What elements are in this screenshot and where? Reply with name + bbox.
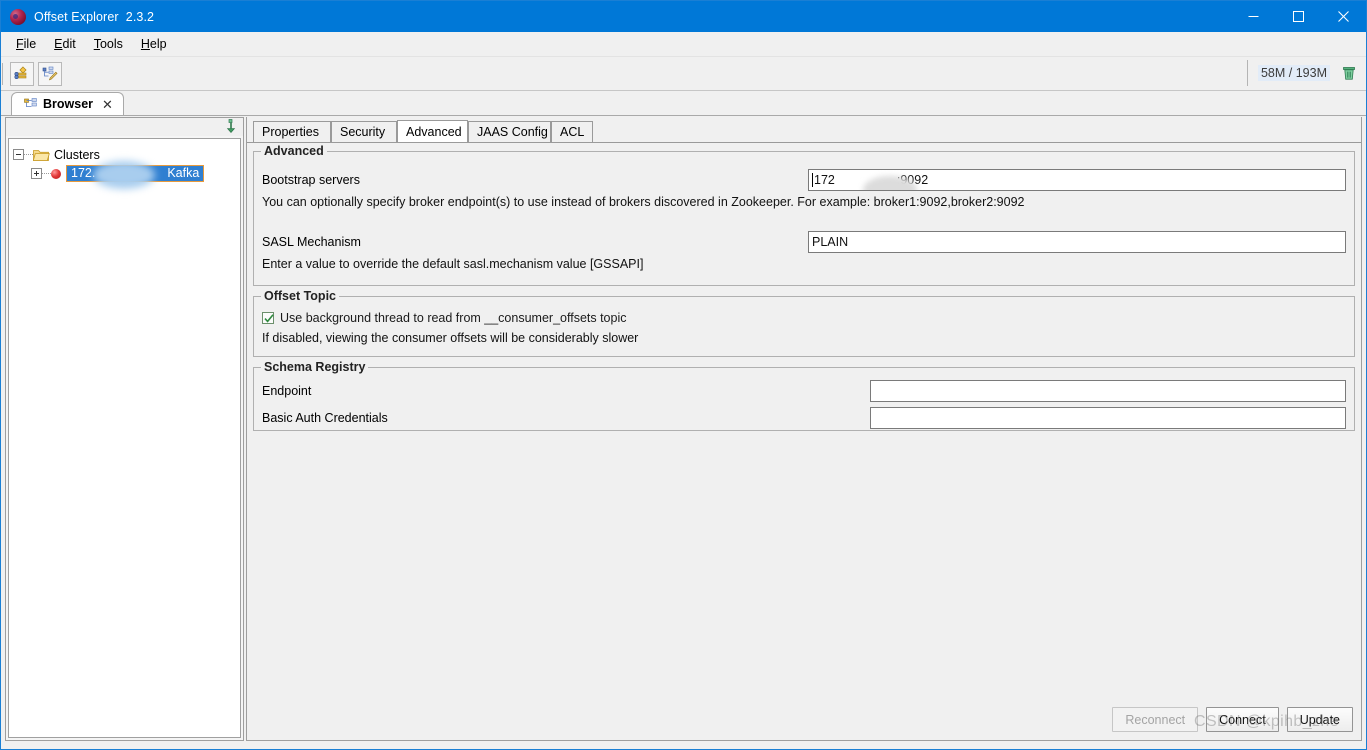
- tab-browser[interactable]: Browser ✕: [11, 92, 124, 115]
- advanced-tab-body: Advanced Bootstrap servers 172:9092 You …: [247, 142, 1361, 740]
- tab-jaas-config[interactable]: JAAS Config: [468, 121, 551, 142]
- bootstrap-value-prefix: 172: [814, 173, 835, 187]
- offset-explorer-window: Offset Explorer 2.3.2 File Edit Tools He…: [0, 0, 1367, 750]
- schema-basic-auth-label: Basic Auth Credentials: [262, 411, 388, 425]
- schema-endpoint-input[interactable]: [870, 380, 1346, 402]
- close-icon[interactable]: [1321, 1, 1366, 32]
- menu-tools[interactable]: Tools: [85, 34, 132, 54]
- menu-file-rest: ile: [23, 37, 37, 51]
- bootstrap-servers-label: Bootstrap servers: [262, 173, 360, 187]
- schema-basic-auth-input[interactable]: [870, 407, 1346, 429]
- window-controls: [1231, 1, 1366, 32]
- menu-edit-rest: dit: [62, 37, 76, 51]
- background-thread-checkbox-row[interactable]: Use background thread to read from __con…: [262, 311, 1346, 325]
- offset-topic-hint: If disabled, viewing the consumer offset…: [262, 331, 639, 345]
- advanced-group-title: Advanced: [261, 144, 327, 158]
- open-folder-icon: [33, 149, 50, 161]
- menu-help-rest: elp: [149, 37, 167, 51]
- schema-basic-auth-row: Basic Auth Credentials: [262, 407, 1346, 429]
- toolbar-grip: [2, 62, 6, 85]
- menu-file[interactable]: File: [7, 34, 45, 54]
- tab-acl[interactable]: ACL: [551, 121, 593, 142]
- background-thread-checkbox[interactable]: [262, 312, 274, 324]
- advanced-group: Advanced Bootstrap servers 172:9092 You …: [253, 144, 1355, 286]
- cluster-properties-panel: Properties Security Advanced JAAS Config…: [246, 117, 1362, 741]
- bootstrap-servers-hint: You can optionally specify broker endpoi…: [262, 195, 1025, 209]
- connect-button[interactable]: Connect: [1206, 707, 1279, 732]
- trash-icon[interactable]: [1342, 65, 1356, 81]
- title-bar: Offset Explorer 2.3.2: [1, 1, 1366, 32]
- tree-connector: [42, 172, 51, 175]
- tab-browser-close-icon[interactable]: ✕: [100, 98, 115, 111]
- window-title: Offset Explorer 2.3.2: [34, 9, 155, 24]
- menu-edit[interactable]: Edit: [45, 34, 85, 54]
- check-icon: [264, 314, 274, 323]
- offset-topic-group-title: Offset Topic: [261, 289, 339, 303]
- tree-panel-header: [6, 118, 243, 136]
- maximize-icon[interactable]: [1276, 1, 1321, 32]
- edit-cluster-icon[interactable]: [38, 61, 62, 86]
- bootstrap-servers-input[interactable]: 172:9092: [808, 169, 1346, 191]
- cluster-tree-panel: Clusters 172. Kafka: [5, 117, 244, 741]
- collapse-down-arrow-icon[interactable]: [224, 119, 238, 134]
- menu-tools-rest: ools: [99, 37, 123, 51]
- tab-properties-label: Properties: [262, 125, 319, 139]
- schema-registry-group: Schema Registry Endpoint Basic Auth Cred…: [253, 360, 1355, 431]
- memory-usage-text: 58M / 193M: [1257, 65, 1330, 81]
- main-content: Clusters 172. Kafka Properties Security A…: [1, 113, 1366, 745]
- tab-browser-label: Browser: [43, 97, 94, 111]
- sasl-mechanism-input[interactable]: PLAIN: [808, 231, 1346, 253]
- cluster-name-suffix: Kafka: [167, 166, 200, 180]
- settings-tab-strip: Properties Security Advanced JAAS Config…: [247, 120, 1361, 142]
- background-thread-checkbox-label: Use background thread to read from __con…: [280, 311, 627, 325]
- expand-icon[interactable]: [31, 168, 42, 179]
- toolbar: 58M / 193M: [1, 57, 1366, 91]
- memory-indicator: 58M / 193M: [1246, 60, 1360, 86]
- reconnect-button[interactable]: Reconnect: [1112, 707, 1199, 732]
- app-sphere-icon: [10, 8, 26, 25]
- tab-acl-label: ACL: [560, 125, 585, 139]
- sasl-mechanism-row: SASL Mechanism PLAIN: [262, 230, 1346, 254]
- update-button[interactable]: Update: [1286, 707, 1353, 732]
- tab-advanced[interactable]: Advanced: [397, 120, 468, 142]
- redaction-blur: [93, 161, 155, 189]
- cluster-tree[interactable]: Clusters 172. Kafka: [8, 138, 241, 738]
- tab-security[interactable]: Security: [331, 121, 397, 142]
- schema-registry-group-title: Schema Registry: [261, 360, 369, 374]
- offset-topic-group: Offset Topic Use background thread to re…: [253, 289, 1355, 357]
- tab-properties[interactable]: Properties: [253, 121, 331, 142]
- tab-jaas-config-label: JAAS Config: [477, 125, 548, 139]
- tab-security-label: Security: [340, 125, 386, 139]
- schema-endpoint-label: Endpoint: [262, 384, 312, 398]
- menu-bar: File Edit Tools Help: [1, 32, 1366, 57]
- minimize-icon[interactable]: [1231, 1, 1276, 32]
- tab-advanced-label: Advanced: [406, 124, 462, 139]
- cluster-name-prefix: 172.: [71, 166, 96, 180]
- menu-help[interactable]: Help: [132, 34, 176, 54]
- add-cluster-icon[interactable]: [10, 61, 34, 86]
- browser-tree-icon: [24, 97, 37, 107]
- tree-connector: [24, 153, 33, 156]
- bootstrap-servers-row: Bootstrap servers 172:9092: [262, 168, 1346, 192]
- tree-label-clusters: Clusters: [54, 147, 100, 162]
- action-buttons: Reconnect Connect Update: [1112, 707, 1353, 732]
- text-caret: [812, 173, 813, 187]
- cluster-status-dot: [51, 168, 61, 179]
- sasl-mechanism-label: SASL Mechanism: [262, 235, 361, 249]
- sasl-mechanism-hint: Enter a value to override the default sa…: [262, 257, 644, 271]
- schema-endpoint-row: Endpoint: [262, 380, 1346, 402]
- expand-collapse-icon[interactable]: [13, 149, 24, 160]
